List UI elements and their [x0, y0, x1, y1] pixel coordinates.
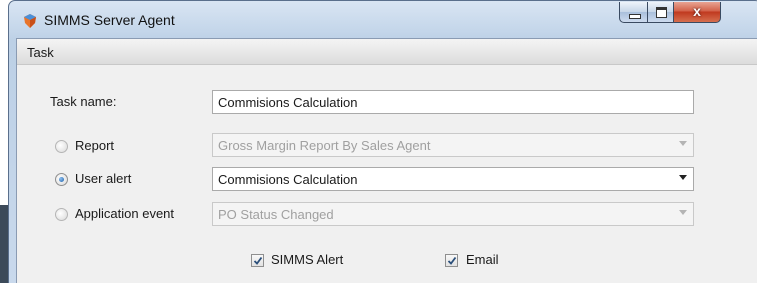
- user-alert-radio[interactable]: [55, 173, 68, 186]
- maximize-icon: [656, 7, 667, 18]
- minimize-button[interactable]: [619, 2, 648, 23]
- chevron-down-icon: [679, 210, 687, 215]
- window-title: SIMMS Server Agent: [44, 12, 175, 28]
- report-dropdown[interactable]: Gross Margin Report By Sales Agent: [212, 133, 694, 157]
- task-name-value: Commisions Calculation: [218, 95, 358, 110]
- report-label: Report: [75, 138, 115, 153]
- app-window: SIMMS Server Agent x Task Task name: Com…: [8, 0, 757, 283]
- application-event-label: Application event: [75, 206, 175, 221]
- task-panel: Task Task name: Commisions Calculation R…: [16, 38, 757, 283]
- user-alert-dropdown-value: Commisions Calculation: [218, 172, 358, 187]
- simms-alert-checkbox[interactable]: [251, 254, 264, 267]
- application-event-radio[interactable]: [55, 208, 68, 221]
- report-dropdown-value: Gross Margin Report By Sales Agent: [218, 138, 431, 153]
- simms-alert-label: SIMMS Alert: [271, 252, 344, 267]
- user-alert-label: User alert: [75, 171, 132, 186]
- task-name-label: Task name:: [50, 94, 117, 109]
- check-icon: [253, 256, 263, 265]
- report-radio[interactable]: [55, 140, 68, 153]
- user-alert-dropdown[interactable]: Commisions Calculation: [212, 167, 694, 191]
- email-checkbox[interactable]: [445, 254, 458, 267]
- chevron-down-icon: [679, 141, 687, 146]
- task-name-input[interactable]: Commisions Calculation: [212, 90, 694, 114]
- background-frame: [0, 205, 8, 283]
- group-header: Task: [17, 39, 757, 65]
- email-label: Email: [466, 252, 499, 267]
- chevron-down-icon: [679, 175, 687, 180]
- maximize-button[interactable]: [647, 2, 674, 23]
- shield-icon: [24, 14, 36, 28]
- group-title: Task: [27, 45, 54, 60]
- application-event-dropdown[interactable]: PO Status Changed: [212, 202, 694, 226]
- close-button[interactable]: x: [673, 2, 721, 23]
- minimize-icon: [629, 14, 641, 19]
- close-icon: x: [693, 3, 701, 19]
- title-bar[interactable]: SIMMS Server Agent x: [9, 1, 757, 38]
- check-icon: [447, 256, 457, 265]
- application-event-dropdown-value: PO Status Changed: [218, 207, 334, 222]
